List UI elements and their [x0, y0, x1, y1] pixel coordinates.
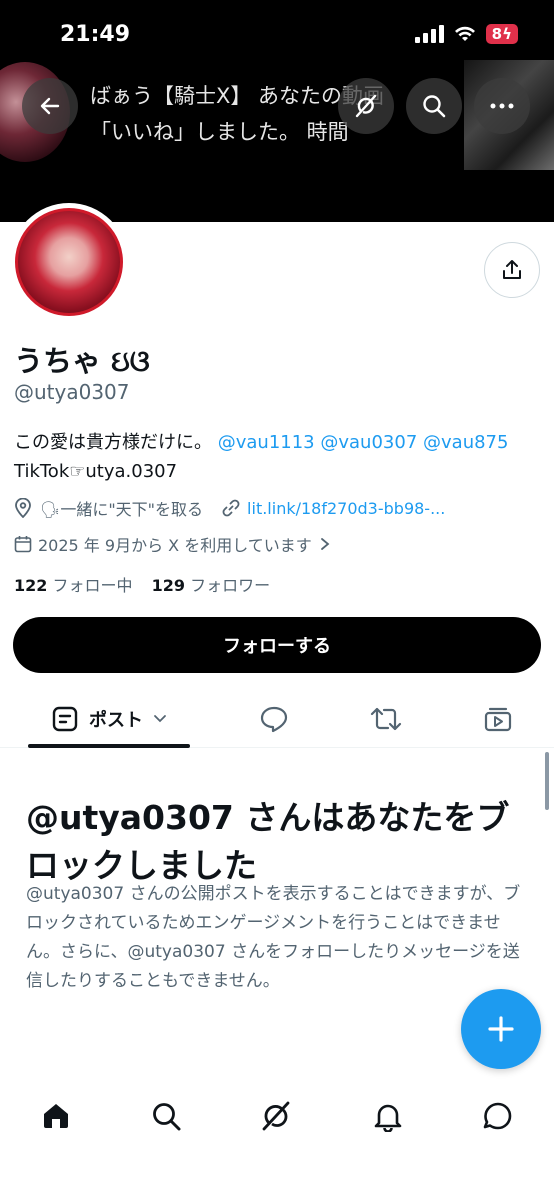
media-icon	[484, 707, 512, 732]
avatar[interactable]	[10, 203, 128, 321]
nav-search[interactable]	[146, 1096, 186, 1136]
calendar-icon	[14, 536, 32, 553]
nav-notifications[interactable]	[368, 1096, 408, 1136]
tab-reposts[interactable]	[369, 702, 403, 736]
banner-line: 「いいね」しました。 時間	[90, 120, 349, 144]
share-icon	[503, 260, 521, 279]
nav-home[interactable]	[36, 1096, 76, 1136]
wifi-icon	[454, 26, 475, 41]
chevron-right-icon	[320, 538, 330, 550]
bio-mention[interactable]: @vau0307	[320, 432, 417, 453]
active-tab-indicator	[28, 744, 190, 748]
followers-count: 129	[151, 576, 186, 595]
scrollbar[interactable]	[545, 752, 549, 810]
nav-grok[interactable]	[256, 1096, 296, 1136]
more-icon	[490, 103, 514, 109]
link-icon	[222, 499, 240, 517]
posts-icon	[52, 706, 78, 732]
following-link[interactable]: 122 フォロー中	[14, 576, 133, 595]
tab-label: ポスト	[89, 710, 143, 731]
arrow-left-icon	[40, 97, 60, 115]
search-icon	[423, 95, 446, 118]
username: @utya0307	[14, 380, 130, 404]
signal-icon	[414, 25, 444, 43]
search-button[interactable]	[406, 78, 462, 134]
bio-mention[interactable]: @vau875	[423, 432, 508, 453]
chevron-down-icon	[154, 715, 166, 723]
bio-line: この愛は貴方様だけに。 @vau1113 @vau0307 @vau875	[14, 428, 544, 457]
status-bar: 21:49 8ϟ	[0, 0, 554, 60]
follow-button[interactable]: フォローする	[13, 617, 541, 673]
followers-label: フォロワー	[190, 576, 271, 595]
search-icon	[153, 1103, 181, 1131]
follow-counts: 122 フォロー中 129 フォロワー	[14, 572, 270, 596]
nav-messages[interactable]	[478, 1096, 518, 1136]
more-button[interactable]	[474, 78, 530, 134]
plus-icon	[488, 1016, 514, 1042]
blocked-title: @utya0307 さんはあなたをブロックしました	[26, 798, 510, 885]
profile-link[interactable]: lit.link/18f270d3-bb98-...	[247, 499, 445, 518]
bell-icon	[374, 1104, 402, 1132]
location-text: 🗣一緒に"天下"を取る	[40, 500, 204, 519]
messages-icon	[483, 1102, 512, 1130]
back-button[interactable]	[22, 78, 78, 134]
location-pin-icon	[15, 498, 31, 518]
tab-replies[interactable]	[257, 702, 291, 736]
joined-date: 2025 年 9月から X を利用しています	[38, 536, 312, 555]
grok-icon	[262, 1101, 290, 1131]
joined-row[interactable]: 2025 年 9月から X を利用しています	[14, 532, 330, 556]
grok-icon	[355, 94, 377, 118]
reply-icon	[260, 706, 288, 733]
compose-button[interactable]	[461, 989, 541, 1069]
grok-button[interactable]	[338, 78, 394, 134]
blocked-description: @utya0307 さんの公開ポストを表示することはできますが、ブロックされてい…	[26, 884, 521, 991]
avatar-image	[15, 208, 123, 316]
bio-line: TikTok☞utya.0307	[14, 461, 178, 482]
followers-link[interactable]: 129 フォロワー	[152, 576, 271, 595]
tab-posts[interactable]: ポスト	[28, 690, 190, 748]
profile-meta-row: 🗣一緒に"天下"を取る lit.link/18f270d3-bb98-...	[14, 496, 445, 520]
battery-indicator: 8ϟ	[485, 24, 518, 44]
repost-icon	[370, 707, 402, 731]
bio-mention[interactable]: @vau1113	[218, 432, 315, 453]
profile-tabs: ポスト	[0, 690, 554, 748]
battery-level: 8	[491, 25, 503, 43]
status-time: 21:49	[60, 22, 131, 47]
tab-media[interactable]	[481, 702, 515, 736]
home-icon	[44, 1104, 68, 1128]
bio: この愛は貴方様だけに。 @vau1113 @vau0307 @vau875 Ti…	[14, 428, 544, 486]
share-button[interactable]	[484, 242, 540, 298]
bio-text: この愛は貴方様だけに。	[14, 432, 212, 453]
status-indicators: 8ϟ	[414, 24, 518, 44]
bottom-navigation	[0, 1082, 554, 1199]
following-count: 122	[14, 576, 48, 595]
following-label: フォロー中	[52, 576, 133, 595]
display-name: うちゃ ઇଓ	[14, 344, 150, 378]
